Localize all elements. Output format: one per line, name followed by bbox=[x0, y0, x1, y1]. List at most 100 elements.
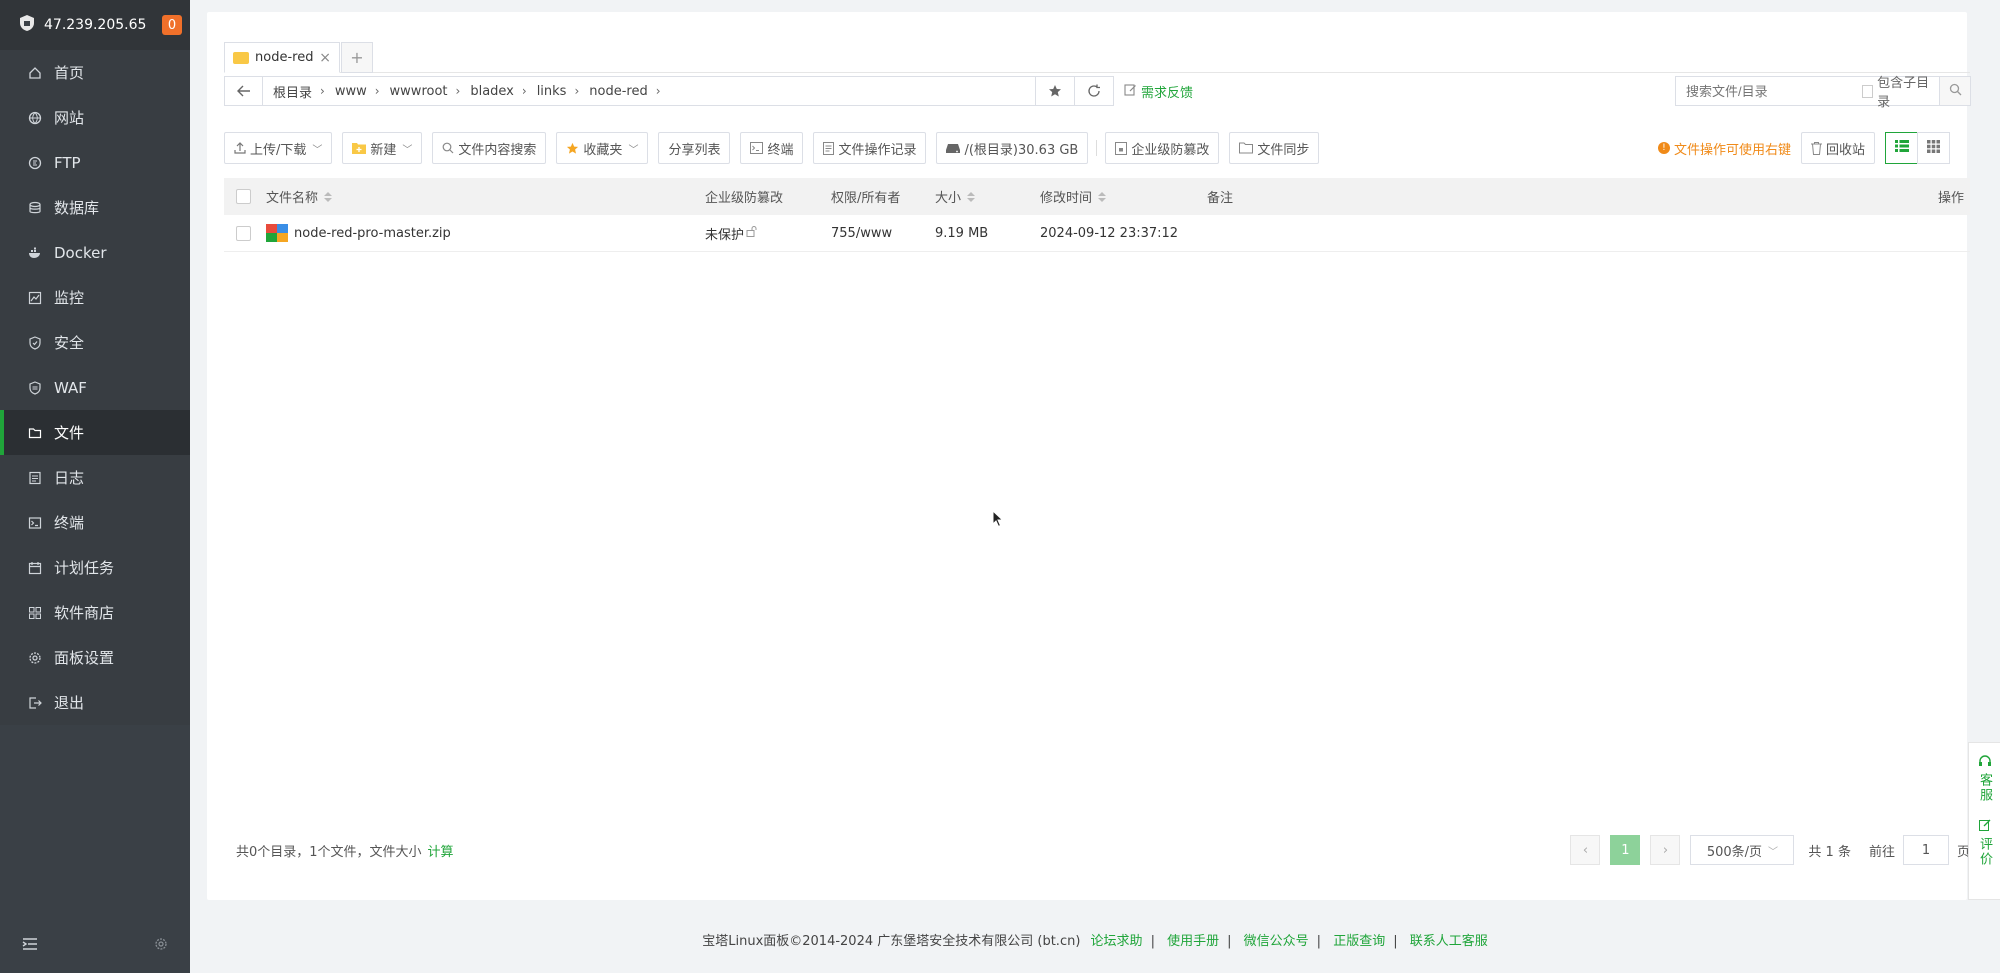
close-icon[interactable]: × bbox=[319, 50, 331, 66]
breadcrumb-item[interactable]: bladex bbox=[460, 84, 522, 99]
share-list-button[interactable]: 分享列表 bbox=[658, 132, 731, 164]
collapse-menu-icon[interactable] bbox=[22, 937, 38, 955]
row-checkbox[interactable] bbox=[236, 225, 251, 241]
calculate-size-link[interactable]: 计算 bbox=[428, 845, 454, 860]
sidebar-item-home[interactable]: 首页 bbox=[0, 50, 190, 95]
logout-icon bbox=[28, 696, 42, 710]
breadcrumb-item[interactable]: node-red bbox=[579, 84, 655, 99]
file-name[interactable]: node-red-pro-master.zip bbox=[294, 226, 451, 241]
sidebar-item-waf[interactable]: WAF bbox=[0, 365, 190, 410]
new-button[interactable]: 新建 ﹀ bbox=[342, 132, 423, 164]
edit-icon bbox=[1124, 83, 1137, 100]
favorites-button[interactable]: 收藏夹 ﹀ bbox=[556, 132, 649, 164]
checkbox[interactable] bbox=[236, 189, 251, 204]
page-size-select[interactable]: 500条/页 ﹀ bbox=[1690, 835, 1795, 865]
sidebar-item-docker[interactable]: Docker bbox=[0, 230, 190, 275]
sidebar-item-ftp[interactable]: FTP bbox=[0, 140, 190, 185]
file-name-cell[interactable]: node-red-pro-master.zip bbox=[266, 224, 451, 242]
new-folder-icon bbox=[352, 142, 367, 154]
perm-cell[interactable]: 755/www bbox=[831, 226, 892, 241]
sidebar-settings-icon[interactable] bbox=[154, 937, 168, 955]
sidebar-item-store[interactable]: 软件商店 bbox=[0, 590, 190, 635]
sync-button[interactable]: 文件同步 bbox=[1229, 132, 1320, 164]
log-icon bbox=[28, 471, 42, 485]
table-row[interactable]: node-red-pro-master.zip 未保护 755/www 9.19… bbox=[224, 215, 1970, 252]
pagination: ‹ 1 › 500条/页 ﹀ 共 1 条 前往 1 页 bbox=[1570, 832, 1970, 868]
goto-label: 前往 bbox=[1868, 844, 1895, 860]
content-search-button[interactable]: 文件内容搜索 bbox=[432, 132, 547, 164]
sidebar-item-label: 网站 bbox=[54, 109, 85, 127]
tamper-status-cell[interactable]: 未保护 bbox=[705, 224, 758, 243]
headset-icon[interactable] bbox=[1978, 755, 1992, 771]
feedback-link[interactable]: 需求反馈 bbox=[1124, 82, 1193, 101]
header-note: 备注 bbox=[1207, 187, 1233, 206]
next-page-button[interactable]: › bbox=[1650, 835, 1681, 865]
support-link[interactable]: 联系人工客服 bbox=[1410, 934, 1488, 949]
breadcrumb-item[interactable]: links bbox=[527, 84, 575, 99]
file-size: 9.19 MB bbox=[935, 225, 989, 241]
wechat-link[interactable]: 微信公众号 bbox=[1244, 934, 1309, 949]
op-log-button[interactable]: 文件操作记录 bbox=[813, 132, 927, 164]
checkbox[interactable] bbox=[236, 225, 251, 241]
file-manager-panel: node-red × + 根目录 › www › wwwroot › bladex › … bbox=[207, 12, 1971, 900]
favorite-star-button[interactable] bbox=[1035, 76, 1075, 106]
search-button[interactable] bbox=[1939, 77, 1970, 105]
search-input[interactable] bbox=[1676, 77, 1862, 105]
header-perm: 权限/所有者 bbox=[831, 187, 900, 206]
sidebar-item-files[interactable]: 文件 bbox=[0, 410, 190, 455]
divider: | bbox=[1150, 934, 1155, 949]
sidebar-item-monitor[interactable]: 监控 bbox=[0, 275, 190, 320]
tamper-button[interactable]: 企业级防篡改 bbox=[1105, 132, 1220, 164]
sidebar-item-settings[interactable]: 面板设置 bbox=[0, 635, 190, 680]
chevron-down-icon: ﹀ bbox=[402, 144, 413, 156]
header-name[interactable]: 文件名称 bbox=[266, 187, 333, 206]
page-button-current[interactable]: 1 bbox=[1610, 835, 1641, 865]
header-size[interactable]: 大小 bbox=[935, 187, 976, 206]
recycle-bin-button[interactable]: 回收站 bbox=[1800, 132, 1875, 164]
refresh-button[interactable] bbox=[1074, 76, 1114, 106]
edit-icon[interactable] bbox=[1978, 819, 1991, 835]
back-button[interactable] bbox=[225, 77, 263, 105]
grid-view-button[interactable] bbox=[1917, 132, 1950, 164]
breadcrumb-item[interactable]: wwwroot bbox=[380, 84, 456, 99]
forum-link[interactable]: 论坛求助 bbox=[1091, 934, 1143, 949]
content-search-label: 文件内容搜索 bbox=[458, 142, 537, 158]
breadcrumb-item[interactable]: 根目录 bbox=[263, 82, 320, 101]
sidebar-item-security[interactable]: 安全 bbox=[0, 320, 190, 365]
sidebar-item-website[interactable]: 网站 bbox=[0, 95, 190, 140]
header-mtime[interactable]: 修改时间 bbox=[1040, 187, 1107, 206]
goto-page-input[interactable]: 1 bbox=[1902, 835, 1949, 865]
license-check-link[interactable]: 正版查询 bbox=[1333, 934, 1385, 949]
customer-service-button[interactable]: 客服 bbox=[1975, 773, 1994, 803]
tab-node-red[interactable]: node-red × bbox=[224, 42, 340, 73]
server-header: 47.239.205.65 0 bbox=[0, 0, 190, 50]
sidebar-item-label: 退出 bbox=[54, 694, 85, 712]
upload-icon bbox=[234, 142, 246, 154]
size-cell: 9.19 MB bbox=[935, 226, 988, 241]
right-click-hint: ! 文件操作可使用右键 bbox=[1657, 139, 1791, 158]
terminal-button[interactable]: 终端 bbox=[740, 132, 804, 164]
sidebar-item-label: 日志 bbox=[54, 469, 85, 487]
sidebar-item-database[interactable]: 数据库 bbox=[0, 185, 190, 230]
rate-button[interactable]: 评价 bbox=[1975, 837, 1994, 867]
upload-download-button[interactable]: 上传/下载 ﹀ bbox=[224, 132, 333, 164]
prev-page-button[interactable]: ‹ bbox=[1570, 835, 1601, 865]
checkbox[interactable] bbox=[1862, 84, 1874, 98]
add-tab-button[interactable]: + bbox=[341, 42, 373, 73]
alert-badge[interactable]: 0 bbox=[162, 15, 182, 35]
disk-icon bbox=[946, 143, 961, 154]
select-all-checkbox[interactable] bbox=[236, 189, 251, 204]
header-label: 修改时间 bbox=[1040, 191, 1093, 206]
sidebar-item-label: 监控 bbox=[54, 289, 85, 307]
manual-link[interactable]: 使用手册 bbox=[1167, 934, 1219, 949]
disk-button[interactable]: /(根目录)30.63 GB bbox=[936, 132, 1089, 164]
unlock-icon[interactable] bbox=[746, 225, 758, 241]
sidebar-item-cron[interactable]: 计划任务 bbox=[0, 545, 190, 590]
sidebar-item-logs[interactable]: 日志 bbox=[0, 455, 190, 500]
sidebar-item-logout[interactable]: 退出 bbox=[0, 680, 190, 725]
sidebar-item-terminal[interactable]: 终端 bbox=[0, 500, 190, 545]
breadcrumb-item[interactable]: www bbox=[325, 84, 375, 99]
list-view-button[interactable] bbox=[1885, 132, 1918, 164]
tamper-label: 企业级防篡改 bbox=[1131, 142, 1210, 158]
include-subdir-checkbox[interactable]: 包含子目录 bbox=[1862, 72, 1939, 110]
